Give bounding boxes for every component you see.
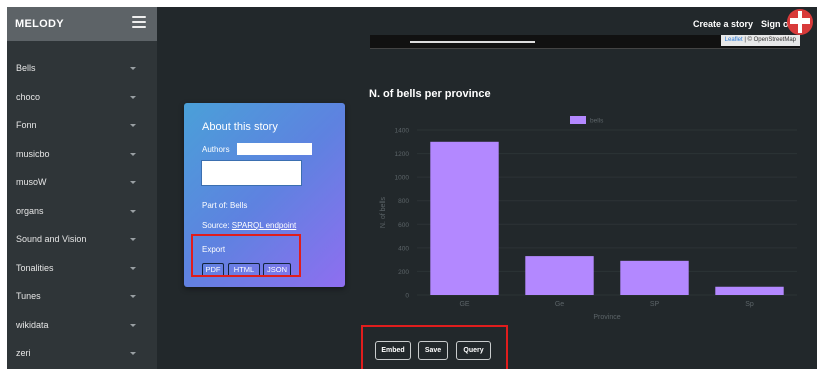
sidebar-item-label: organs xyxy=(16,205,44,216)
export-highlight-box xyxy=(191,234,301,277)
sidebar-item-sound-and-vision[interactable]: Sound and Vision xyxy=(7,226,157,254)
map-view[interactable]: Leaflet | © OpenStreetMap xyxy=(370,35,800,49)
sidebar-item-label: Tonalities xyxy=(16,262,54,273)
chevron-down-icon xyxy=(130,95,136,99)
x-tick-label: Sp xyxy=(745,301,754,308)
chevron-down-icon xyxy=(130,238,136,241)
actions-highlight-box: Embed Save Query xyxy=(361,325,508,369)
bar-Sp xyxy=(715,286,784,295)
y-tick-label: 1400 xyxy=(395,128,410,135)
chevron-down-icon xyxy=(130,152,136,156)
sidebar-item-label: musicbo xyxy=(16,148,50,159)
y-tick-label: 800 xyxy=(398,198,409,205)
bar-SP xyxy=(620,260,689,295)
card-title: About this story xyxy=(202,121,278,133)
chevron-down-icon xyxy=(130,124,136,127)
legend-label: bells xyxy=(590,118,604,125)
sidebar-item-tunes[interactable]: Tunes xyxy=(7,283,157,311)
sidebar-item-label: Fonn xyxy=(16,120,37,130)
save-button[interactable]: Save xyxy=(418,341,448,360)
sidebar-item-label: zeri xyxy=(16,348,31,358)
sidebar-item-musow[interactable]: musoW xyxy=(7,169,157,197)
sidebar: Bells choco Fonn musicbo musoW organs Sound an… xyxy=(7,41,157,369)
x-tick-label: GE xyxy=(459,301,469,308)
chevron-down-icon xyxy=(130,295,136,298)
leaflet-link[interactable]: Leaflet xyxy=(725,37,743,43)
chevron-down-icon xyxy=(130,67,136,70)
sidebar-item-label: choco xyxy=(16,91,41,102)
bar-GE xyxy=(430,141,499,295)
authors-value-box xyxy=(237,143,312,155)
sidebar-item-musicbo[interactable]: musicbo xyxy=(7,141,157,169)
app-logo[interactable]: MELODY xyxy=(15,18,64,30)
hamburger-menu-icon[interactable] xyxy=(132,16,146,28)
app-window: MELODY Create a story Sign out Bells choc… xyxy=(7,7,817,369)
map-road xyxy=(410,41,535,43)
query-button[interactable]: Query xyxy=(456,341,491,360)
chevron-down-icon xyxy=(130,266,136,270)
sidebar-item-fonn[interactable]: Fonn xyxy=(7,112,157,140)
sidebar-item-bells[interactable]: Bells xyxy=(7,55,157,83)
sidebar-item-tonalities[interactable]: Tonalities xyxy=(7,255,157,283)
source-label: Source: xyxy=(202,221,232,230)
sidebar-item-label: Bells xyxy=(16,63,36,73)
y-tick-label: 0 xyxy=(405,293,409,300)
y-tick-label: 200 xyxy=(398,269,409,276)
y-tick-label: 1000 xyxy=(395,175,410,182)
y-axis-label: N. of bells xyxy=(380,196,387,228)
sidebar-item-choco[interactable]: choco xyxy=(7,84,157,112)
brand-bar: MELODY xyxy=(7,7,157,41)
source-line: Source: SPARQL endpoint xyxy=(202,221,296,230)
sidebar-item-zeri[interactable]: zeri xyxy=(7,340,157,368)
sidebar-item-organs[interactable]: organs xyxy=(7,198,157,226)
y-tick-label: 400 xyxy=(398,245,409,252)
sidebar-item-label: wikidata xyxy=(16,319,49,330)
osm-attribution: | © OpenStreetMap xyxy=(742,37,796,43)
chevron-down-icon xyxy=(130,209,136,213)
user-avatar[interactable] xyxy=(787,9,813,35)
y-tick-label: 1200 xyxy=(395,151,410,158)
chevron-down-icon xyxy=(130,323,136,327)
cross-icon-horizontal xyxy=(790,18,810,24)
sidebar-item-label: musoW xyxy=(16,177,47,187)
sparql-endpoint-link[interactable]: SPARQL endpoint xyxy=(232,221,296,230)
bar-Ge xyxy=(525,256,594,295)
part-of-text: Part of: Bells xyxy=(202,201,248,210)
map-attribution: Leaflet | © OpenStreetMap xyxy=(720,35,800,46)
chevron-down-icon xyxy=(130,352,136,355)
y-tick-label: 600 xyxy=(398,222,409,229)
authors-label: Authors xyxy=(202,145,230,154)
sidebar-item-wikidata[interactable]: wikidata xyxy=(7,312,157,340)
chart-title: N. of bells per province xyxy=(369,88,491,100)
create-story-link[interactable]: Create a story xyxy=(693,19,753,29)
chevron-down-icon xyxy=(130,181,136,184)
sidebar-item-label: Tunes xyxy=(16,291,41,301)
x-tick-label: Ge xyxy=(555,301,564,308)
x-tick-label: SP xyxy=(650,301,660,308)
legend-swatch xyxy=(570,116,586,124)
bells-bar-chart: 0 200 400 600 800 1000 1200 1400 GE Ge SP Sp Provinc… xyxy=(380,116,797,321)
x-axis-label: Province xyxy=(593,314,620,321)
sidebar-item-label: Sound and Vision xyxy=(16,234,87,244)
embed-button[interactable]: Embed xyxy=(375,341,411,360)
authors-extra-box xyxy=(201,160,302,186)
